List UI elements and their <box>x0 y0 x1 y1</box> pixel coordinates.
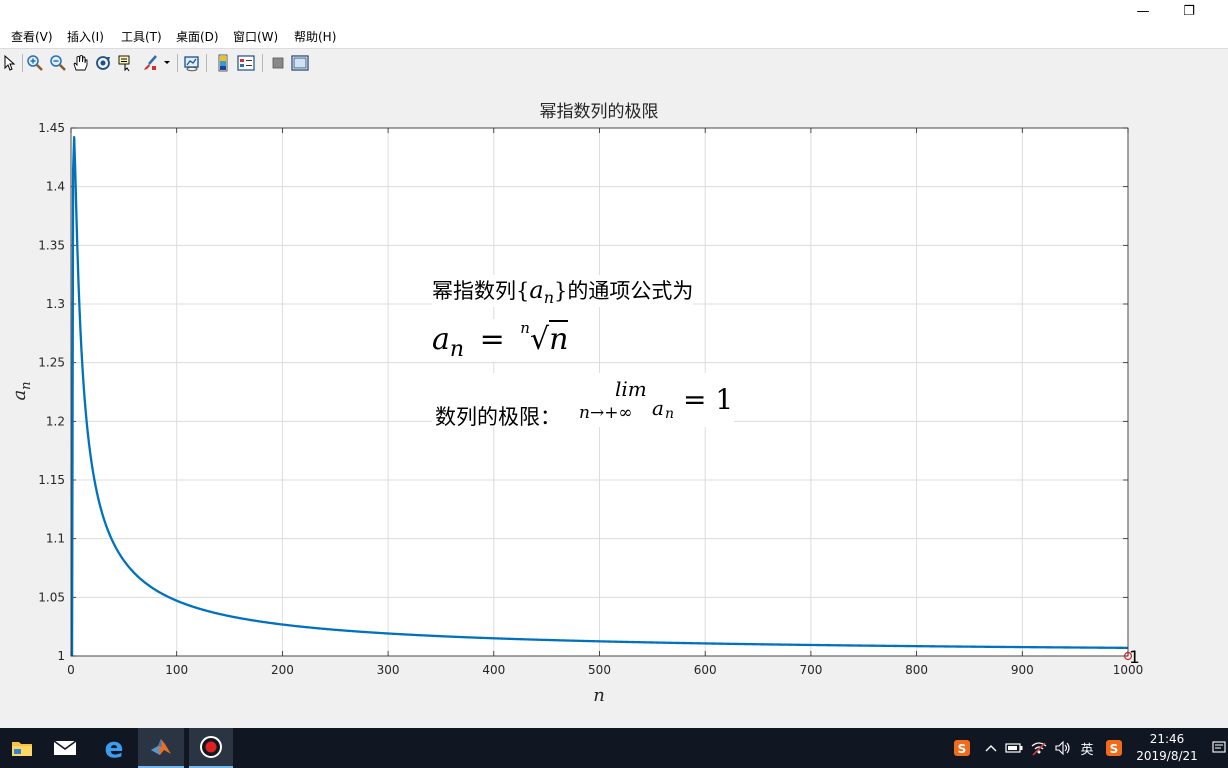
clock-time: 21:46 <box>1149 732 1185 746</box>
x-tick-label: 100 <box>165 663 188 677</box>
limit-sub: n <box>665 406 675 422</box>
pan-hand-icon[interactable] <box>70 53 90 73</box>
y-axis-label-sub: n <box>19 381 34 389</box>
annotation-line-1: 幂指数列{an}的通项公式为 <box>432 275 694 308</box>
colorbar-icon[interactable] <box>213 53 233 73</box>
volume-icon[interactable] <box>1053 728 1073 768</box>
rotate-3d-icon[interactable] <box>93 53 113 73</box>
menu-help[interactable]: 帮助(H) <box>294 28 336 45</box>
limit-label: 1 <box>1129 648 1140 668</box>
x-tick-label: 700 <box>799 663 822 677</box>
menu-insert[interactable]: 插入(I) <box>67 28 104 45</box>
x-tick-label: 0 <box>67 663 75 677</box>
y-tick-label: 1.45 <box>38 121 65 135</box>
x-tick-label: 600 <box>694 663 717 677</box>
x-tick-label: 200 <box>271 663 294 677</box>
radical-sign: √ <box>529 322 550 357</box>
taskbar: e S 英 S 21:46 2019/8/21 <box>0 728 1228 768</box>
y-tick-label: 1.3 <box>46 297 65 311</box>
battery-icon[interactable] <box>1004 728 1024 768</box>
menu-window[interactable]: 窗口(W) <box>233 28 278 45</box>
ime-indicator[interactable]: 英 <box>1077 728 1097 768</box>
zoom-in-icon[interactable] <box>25 53 45 73</box>
data-cursor-icon[interactable] <box>116 53 136 73</box>
menu-desktop[interactable]: 桌面(D) <box>176 28 219 45</box>
menu-bar: 查看(V) 插入(I) 工具(T) 桌面(D) 窗口(W) 帮助(H) <box>0 24 1228 48</box>
annotation-line-1-sub: n <box>543 288 554 308</box>
y-tick-label: 1 <box>57 649 65 663</box>
toolbar-separator <box>22 54 23 72</box>
limit-prefix: 数列的极限： <box>435 405 561 429</box>
formula-root-index: n <box>520 319 530 337</box>
chart-title: 幂指数列的极限 <box>540 102 659 122</box>
pointer-icon[interactable] <box>0 53 20 73</box>
restore-button[interactable]: ❐ <box>1166 0 1212 22</box>
y-tick-label: 1.1 <box>46 532 65 546</box>
limit-lim: lim <box>615 377 647 401</box>
menu-tools[interactable]: 工具(T) <box>121 28 162 45</box>
annotation-line-1-suffix: }的通项公式为 <box>554 279 694 303</box>
limit-var: a <box>652 396 664 420</box>
y-axis-label: an <box>9 381 34 400</box>
figure-toolbar <box>0 48 1228 78</box>
minimize-button[interactable]: — <box>1120 0 1166 22</box>
annotation-formula: an = n√n <box>432 319 573 362</box>
formula-var: a <box>432 322 450 357</box>
y-tick-label: 1.4 <box>46 180 65 194</box>
matlab-icon[interactable] <box>138 728 184 768</box>
y-tick-labels: 1 1.05 1.1 1.15 1.2 1.25 1.3 1.35 1.4 1.45 <box>38 121 65 663</box>
x-tick-label: 800 <box>905 663 928 677</box>
annotation-line-1-var: a <box>529 276 544 304</box>
svg-text:S: S <box>958 742 967 756</box>
toolbar-separator <box>177 54 178 72</box>
y-tick-label: 1.05 <box>38 590 65 604</box>
clock-date: 2019/8/21 <box>1136 749 1198 763</box>
limit-under: n→+∞ <box>579 403 633 423</box>
svg-text:S: S <box>1110 742 1119 756</box>
annotation-limit: 数列的极限： lim n→+∞ a n = 1 <box>432 373 734 429</box>
annotation-line-1-prefix: 幂指数列{ <box>432 279 530 303</box>
mail-icon[interactable] <box>43 728 87 768</box>
window-title-bar: — ❐ <box>0 0 1228 24</box>
show-plot-tools-icon[interactable] <box>290 53 310 73</box>
formula-radicand: n <box>549 320 569 357</box>
toolbar-separator <box>206 54 207 72</box>
chevron-down-icon[interactable] <box>160 53 174 73</box>
toolbar-separator <box>262 54 263 72</box>
figure-canvas: 0 100 200 300 400 500 600 700 800 900 1000 1 1.05 1.… <box>0 77 1228 728</box>
brush-icon[interactable] <box>140 53 160 73</box>
clock[interactable]: 21:46 2019/8/21 <box>1132 731 1202 765</box>
legend-icon[interactable] <box>236 53 256 73</box>
link-plot-icon[interactable] <box>182 53 202 73</box>
y-tick-label: 1.2 <box>46 414 65 428</box>
x-tick-label: 500 <box>588 663 611 677</box>
menu-view[interactable]: 查看(V) <box>11 28 53 45</box>
formula-sub: n <box>449 337 465 362</box>
record-icon[interactable] <box>189 728 233 768</box>
sogou-ime-icon[interactable]: S <box>1102 728 1126 768</box>
y-tick-label: 1.35 <box>38 238 65 252</box>
x-tick-label: 900 <box>1011 663 1034 677</box>
notification-icon[interactable] <box>1210 728 1228 768</box>
file-explorer-icon[interactable] <box>0 728 44 768</box>
network-icon[interactable] <box>1028 728 1050 768</box>
y-tick-label: 1.15 <box>38 473 65 487</box>
x-axis-label: n <box>593 685 605 706</box>
limit-rhs: = 1 <box>683 383 734 416</box>
formula-equals: = <box>479 322 505 357</box>
zoom-out-icon[interactable] <box>48 53 68 73</box>
chevron-up-icon[interactable] <box>982 728 1000 768</box>
hide-plot-tools-icon[interactable] <box>268 53 288 73</box>
x-tick-labels: 0 100 200 300 400 500 600 700 800 900 1000 <box>67 663 1143 677</box>
sogou-tray-icon[interactable]: S <box>950 728 974 768</box>
x-tick-label: 400 <box>482 663 505 677</box>
x-tick-label: 300 <box>377 663 400 677</box>
edge-icon[interactable]: e <box>92 728 136 768</box>
y-tick-label: 1.25 <box>38 356 65 370</box>
y-axis-label-base: a <box>9 390 30 401</box>
